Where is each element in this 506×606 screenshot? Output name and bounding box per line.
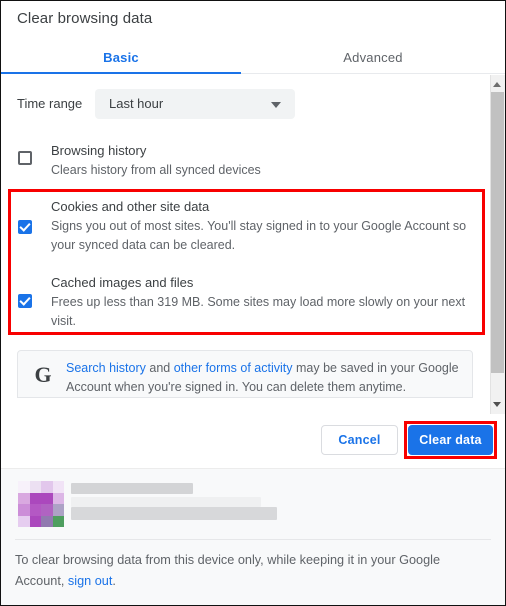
page-title: Clear browsing data xyxy=(17,10,153,27)
cancel-button[interactable]: Cancel xyxy=(321,425,398,455)
option-title: Browsing history xyxy=(51,143,147,158)
chevron-down-icon xyxy=(271,102,281,108)
tab-bar: Basic Advanced xyxy=(1,42,505,74)
google-activity-notice: G Search history and other forms of acti… xyxy=(17,350,473,398)
google-notice-text: Search history and other forms of activi… xyxy=(66,359,460,397)
time-range-label: Time range xyxy=(17,96,83,111)
footer-text-after: . xyxy=(112,574,116,588)
checkbox-cookies-and-site-data[interactable] xyxy=(18,220,32,234)
option-description: Signs you out of most sites. You'll stay… xyxy=(51,219,467,252)
checkbox-browsing-history[interactable] xyxy=(18,151,32,165)
tab-basic[interactable]: Basic xyxy=(1,42,241,74)
option-title: Cookies and other site data xyxy=(51,199,210,214)
time-range-select[interactable]: Last hour xyxy=(95,89,295,119)
scroll-down-arrow-icon[interactable] xyxy=(490,397,505,413)
account-email-blurred-line1 xyxy=(71,497,261,507)
scroll-up-arrow-icon[interactable] xyxy=(490,76,505,92)
avatar xyxy=(18,481,64,527)
footer-text: To clear browsing data from this device … xyxy=(15,550,465,592)
tab-advanced[interactable]: Advanced xyxy=(241,42,505,74)
footer-divider xyxy=(15,539,491,540)
option-description: Frees up less than 319 MB. Some sites ma… xyxy=(51,295,466,328)
clear-data-button[interactable]: Clear data xyxy=(408,425,493,455)
sign-out-link[interactable]: sign out xyxy=(68,574,112,588)
search-history-link[interactable]: Search history xyxy=(66,361,146,375)
scrollbar-thumb[interactable] xyxy=(491,92,504,373)
account-email-blurred-line2 xyxy=(71,507,277,520)
time-range-value: Last hour xyxy=(109,96,164,111)
option-description: Clears history from all synced devices xyxy=(51,163,261,177)
checkbox-cached-images-and-files[interactable] xyxy=(18,294,32,308)
option-title: Cached images and files xyxy=(51,275,194,290)
google-notice-mid: and xyxy=(145,361,174,375)
google-g-icon: G xyxy=(34,362,52,387)
dialog-action-bar: Cancel Clear data xyxy=(1,415,505,467)
account-footer: To clear browsing data from this device … xyxy=(1,468,505,605)
clear-browsing-data-dialog: Clear browsing data Basic Advanced Time … xyxy=(0,0,506,606)
account-name-blurred xyxy=(71,483,193,494)
other-forms-of-activity-link[interactable]: other forms of activity xyxy=(174,361,293,375)
tab-active-indicator xyxy=(1,72,241,74)
